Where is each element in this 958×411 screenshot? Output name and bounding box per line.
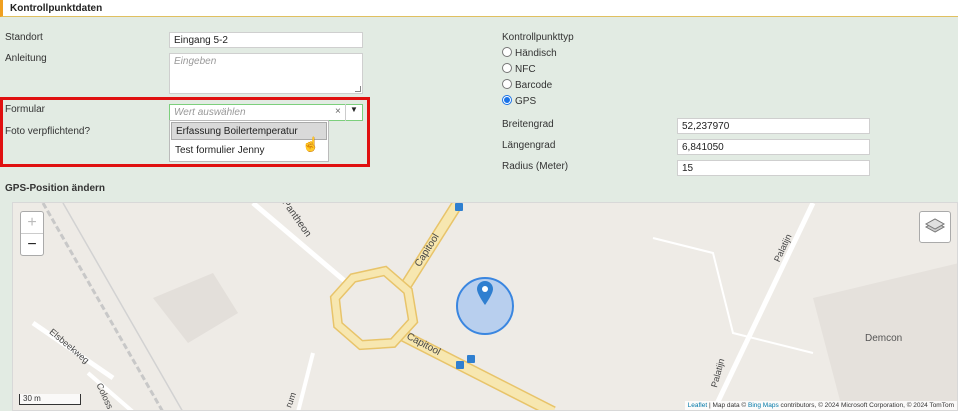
street-palatijn bbox=[711, 203, 816, 410]
street-rum bbox=[296, 352, 315, 410]
radio-icon[interactable] bbox=[502, 79, 512, 89]
radio-label: NFC bbox=[515, 64, 536, 75]
zoom-out-button[interactable]: − bbox=[21, 234, 43, 256]
poi-label: Demcon bbox=[865, 333, 903, 344]
radio-icon-selected[interactable] bbox=[502, 95, 512, 105]
resize-handle-icon[interactable] bbox=[355, 86, 361, 92]
standort-input[interactable]: Eingang 5-2 bbox=[169, 32, 363, 48]
map-canvas[interactable] bbox=[13, 203, 958, 411]
bus-stop-icon bbox=[455, 203, 463, 211]
radio-icon[interactable] bbox=[502, 47, 512, 57]
attribution-text: contributors, © 2024 Microsoft Corporati… bbox=[780, 402, 954, 409]
section-header: Kontrollpunktdaten bbox=[0, 0, 958, 17]
anleitung-textarea[interactable]: Eingeben bbox=[169, 53, 363, 94]
zoom-control: + − bbox=[20, 211, 44, 256]
radio-barcode[interactable]: Barcode bbox=[502, 79, 552, 93]
laengengrad-input[interactable]: 6,841050 bbox=[677, 139, 870, 155]
map-view[interactable]: Pantheon Capitool Capitool Elsbeekweg Co… bbox=[12, 202, 958, 411]
bus-stop-icon bbox=[467, 355, 475, 363]
radius-input[interactable]: 15 bbox=[677, 160, 870, 176]
radio-gps[interactable]: GPS bbox=[502, 95, 536, 109]
map-section-title: GPS-Position ändern bbox=[5, 183, 106, 194]
radio-label: Händisch bbox=[515, 48, 557, 59]
map-attribution: Leaflet | Map data © Bing Maps contribut… bbox=[684, 401, 957, 410]
attribution-text: | Map data © bbox=[708, 402, 747, 409]
layers-icon bbox=[924, 218, 946, 233]
building-shape bbox=[153, 273, 238, 343]
street-pantheon bbox=[251, 203, 355, 290]
scale-bar: 30 m bbox=[19, 394, 81, 405]
section-title: Kontrollpunktdaten bbox=[10, 3, 103, 14]
bing-maps-link[interactable]: Bing Maps bbox=[748, 402, 779, 409]
map-pin-icon[interactable] bbox=[477, 281, 493, 305]
kontrollpunkttyp-label: Kontrollpunkttyp bbox=[502, 32, 574, 43]
layers-button[interactable] bbox=[919, 211, 951, 243]
zoom-in-button[interactable]: + bbox=[21, 212, 43, 234]
standort-label: Standort bbox=[5, 32, 43, 43]
radio-label: GPS bbox=[515, 96, 537, 107]
railway-line bbox=[41, 203, 164, 410]
anleitung-placeholder: Eingeben bbox=[174, 56, 217, 67]
radio-icon[interactable] bbox=[502, 63, 512, 73]
bus-stop-icon bbox=[456, 361, 464, 369]
radio-haendisch[interactable]: Händisch bbox=[502, 47, 557, 61]
anleitung-label: Anleitung bbox=[5, 53, 47, 64]
laengengrad-label: Längengrad bbox=[502, 140, 556, 151]
highlight-box bbox=[0, 97, 370, 167]
breitengrad-label: Breitengrad bbox=[502, 119, 554, 130]
radius-label: Radius (Meter) bbox=[502, 161, 569, 172]
breitengrad-input[interactable]: 52,237970 bbox=[677, 118, 870, 134]
leaflet-link[interactable]: Leaflet bbox=[688, 402, 708, 409]
radio-nfc[interactable]: NFC bbox=[502, 63, 536, 77]
radio-label: Barcode bbox=[515, 80, 553, 91]
